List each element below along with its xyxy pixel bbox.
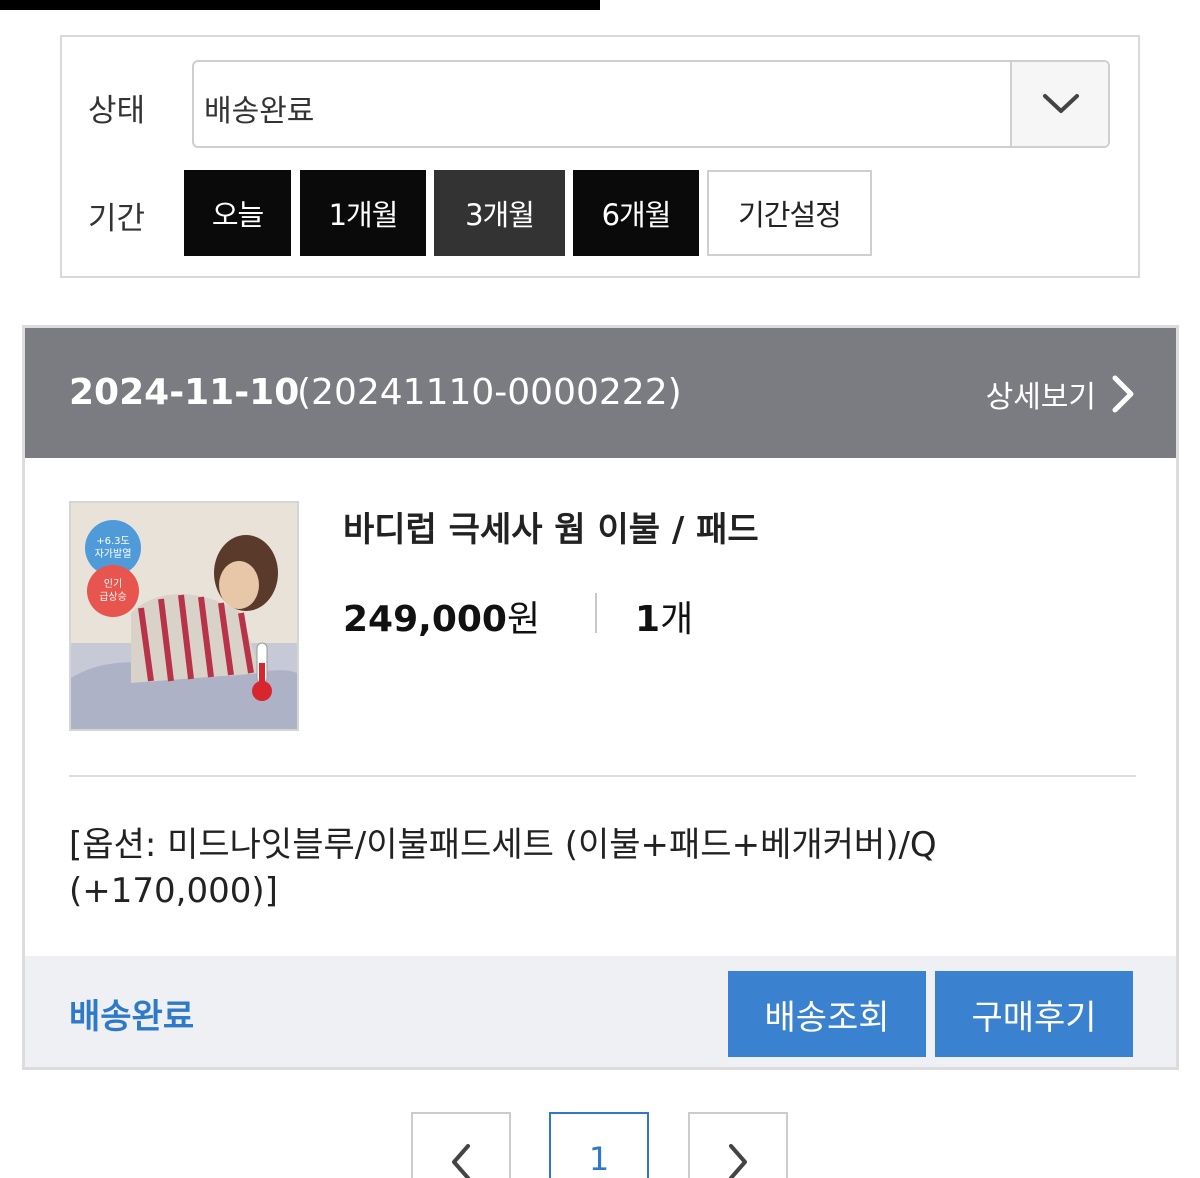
thumb-badge-text: 급상승 xyxy=(99,591,127,603)
product-option-line: [옵션: 미드나잇블루/이불패드세트 (이불+패드+베개커버)/Q xyxy=(69,825,937,865)
order-detail-label: 상세보기 xyxy=(985,380,1096,415)
period-3month-button[interactable]: 3개월 xyxy=(434,170,565,256)
write-review-button[interactable]: 구매후기 xyxy=(935,971,1133,1057)
order-header: 2024-11-10 (20241110-0000222) 상세보기 xyxy=(25,328,1176,458)
product-price: 249,000원 xyxy=(343,590,540,642)
pagination-prev-button[interactable] xyxy=(411,1112,511,1178)
product-quantity-unit: 개 xyxy=(660,599,694,640)
status-select[interactable]: 배송완료 xyxy=(192,60,1110,148)
pagination-page-number: 1 xyxy=(588,1140,610,1178)
product-quantity-value: 1 xyxy=(635,599,661,640)
track-delivery-button[interactable]: 배송조회 xyxy=(728,971,926,1057)
pagination-page-button[interactable]: 1 xyxy=(549,1112,649,1178)
product-quantity: 1개 xyxy=(635,590,693,642)
thumb-badge-text: 인기 xyxy=(104,578,122,590)
chevron-down-icon xyxy=(1043,94,1079,113)
product-name[interactable]: 바디럽 극세사 웜 이불 / 패드 xyxy=(343,502,759,551)
chevron-right-icon xyxy=(1112,375,1134,413)
product-option-line: (+170,000)] xyxy=(69,871,278,911)
product-price-value: 249,000 xyxy=(343,599,507,640)
select-dropdown-toggle[interactable] xyxy=(1010,62,1108,146)
chevron-left-icon xyxy=(452,1144,470,1178)
period-today-button[interactable]: 오늘 xyxy=(184,170,291,256)
period-custom-button[interactable]: 기간설정 xyxy=(707,170,872,256)
period-1month-button[interactable]: 1개월 xyxy=(300,170,426,256)
status-select-value: 배송완료 xyxy=(204,94,315,129)
period-label: 기간 xyxy=(88,201,146,237)
order-footer: 배송완료 배송조회 구매후기 xyxy=(25,956,1176,1067)
thumb-badge-text: 자가발열 xyxy=(95,548,132,560)
top-divider-bar xyxy=(0,0,600,10)
product-thumbnail[interactable]: +6.3도 자가발열 인기 급상승 xyxy=(69,501,299,731)
order-number: (20241110-0000222) xyxy=(297,372,682,413)
pagination-next-button[interactable] xyxy=(688,1112,788,1178)
chevron-right-icon xyxy=(729,1144,747,1178)
thumb-badge-text: +6.3도 xyxy=(96,536,129,547)
card-divider xyxy=(69,775,1136,777)
product-option: [옵션: 미드나잇블루/이불패드세트 (이불+패드+베개커버)/Q (+170,… xyxy=(69,822,1069,914)
delivery-status-text: 배송완료 xyxy=(69,997,195,1037)
filter-panel: 상태 배송완료 기간 오늘 1개월 3개월 6개월 기간설정 xyxy=(60,35,1140,278)
product-price-unit: 원 xyxy=(506,599,541,640)
product-photo-image: +6.3도 자가발열 인기 급상승 xyxy=(71,503,297,729)
price-quantity-divider xyxy=(595,593,597,633)
order-date: 2024-11-10 xyxy=(69,372,300,413)
period-6month-button[interactable]: 6개월 xyxy=(573,170,699,256)
order-detail-link[interactable]: 상세보기 xyxy=(986,372,1136,416)
order-card: 2024-11-10 (20241110-0000222) 상세보기 +6.3도… xyxy=(22,325,1179,1070)
status-label: 상태 xyxy=(88,93,146,129)
